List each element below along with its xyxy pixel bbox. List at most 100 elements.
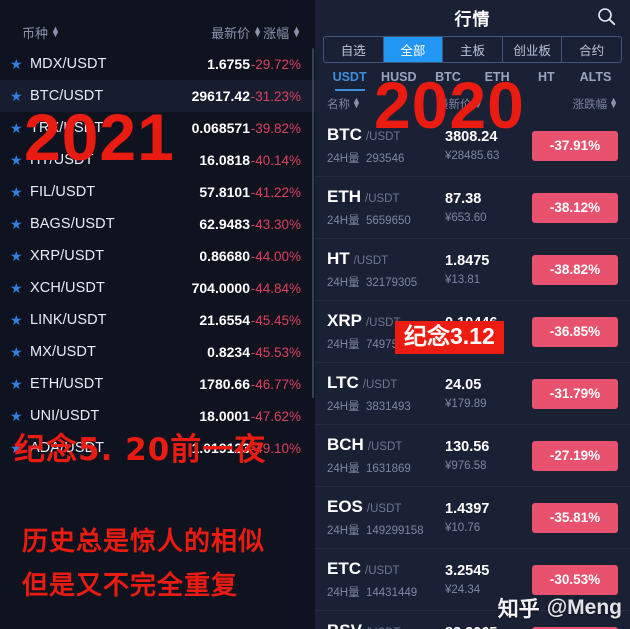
- table-row[interactable]: ★ XRP/USDT 0.86680 -44.00%: [0, 240, 315, 272]
- pair-symbol: ADA/USDT: [30, 440, 105, 456]
- right-header-change[interactable]: 涨跌幅 ▲ ▼: [538, 96, 618, 112]
- sort-arrows-icon: ▲ ▼: [253, 23, 262, 39]
- table-row[interactable]: ★ LINK/USDT 21.6554 -45.45%: [0, 304, 315, 336]
- table-row[interactable]: HT/USDT 24H量 32179305 1.8475 ¥13.81 -38.82%: [315, 239, 630, 301]
- pair-price-cny: ¥24.34: [445, 584, 481, 596]
- pair-info: ETC/USDT 24H量 14431449: [327, 559, 445, 600]
- pair-change: -45.53%: [250, 344, 301, 360]
- quote-tab-5[interactable]: ALTS: [571, 70, 620, 91]
- pair-quote: /USDT: [365, 193, 400, 205]
- volume-value: 1631869: [366, 463, 411, 475]
- category-tab-3[interactable]: 创业板: [503, 37, 563, 62]
- pair-price: 1.019123: [191, 440, 250, 456]
- search-icon[interactable]: [597, 7, 616, 26]
- favorite-star-icon[interactable]: ★: [10, 281, 30, 295]
- pair-symbol: LINK/USDT: [30, 312, 107, 328]
- category-tab-1[interactable]: 全部: [383, 37, 444, 62]
- table-row[interactable]: EOS/USDT 24H量 149299158 1.4397 ¥10.76 -35.81…: [315, 487, 630, 549]
- pair-symbol: HT/USDT: [327, 249, 445, 269]
- pair-info: EOS/USDT 24H量 149299158: [327, 497, 445, 538]
- quote-tab-1[interactable]: HUSD: [374, 70, 423, 91]
- category-tab-2[interactable]: 主板: [443, 37, 503, 62]
- pair-price-cny: ¥976.58: [445, 460, 487, 472]
- pair-quote: /USDT: [362, 379, 398, 391]
- favorite-star-icon[interactable]: ★: [10, 153, 30, 167]
- favorite-star-icon[interactable]: ★: [10, 185, 30, 199]
- table-row[interactable]: ★ UNI/USDT 18.0001 -47.62%: [0, 400, 315, 432]
- table-row[interactable]: ETC/USDT 24H量 14431449 3.2545 ¥24.34 -30.53%: [315, 549, 630, 611]
- table-row[interactable]: BCH/USDT 24H量 1631869 130.56 ¥976.58 -27.19%: [315, 425, 630, 487]
- category-tab-0[interactable]: 自选: [324, 37, 384, 62]
- pair-price: 24.05: [445, 377, 482, 393]
- volume-value: 149299158: [366, 525, 424, 537]
- pair-change: -31.23%: [250, 88, 301, 104]
- left-scrollbar[interactable]: [312, 48, 314, 398]
- table-row[interactable]: ★ ADA/USDT 1.019123 -49.10%: [0, 432, 315, 464]
- pair-symbol: LTC/USDT: [327, 373, 445, 393]
- favorite-star-icon[interactable]: ★: [10, 409, 30, 423]
- favorite-star-icon[interactable]: ★: [10, 377, 30, 391]
- status-badge: -31.79%: [532, 378, 618, 409]
- volume-label: 24H量: [327, 215, 360, 227]
- favorite-star-icon[interactable]: ★: [10, 57, 30, 71]
- quote-tab-2[interactable]: BTC: [423, 70, 472, 91]
- pair-change: -43.30%: [250, 216, 301, 232]
- table-row[interactable]: BTC/USDT 24H量 293546 3808.24 ¥28485.63 -37.9…: [315, 115, 630, 177]
- volume-value: 14431449: [366, 587, 418, 599]
- table-row[interactable]: ★ TRX/USDT 0.068571 -39.82%: [0, 112, 315, 144]
- left-header-price[interactable]: 最新价 ▲ ▼: [174, 23, 262, 42]
- pair-symbol: ETC/USDT: [327, 559, 445, 579]
- favorite-star-icon[interactable]: ★: [10, 313, 30, 327]
- table-row[interactable]: XRP/USDT 24H量 749754 0.10446 ¥1.45 -36.85%: [315, 301, 630, 363]
- pair-quote: /USDT: [353, 255, 389, 267]
- quote-tab-3[interactable]: ETH: [473, 70, 522, 91]
- pair-price: 18.0001: [199, 408, 250, 424]
- pair-prices: 87.38 ¥653.60: [445, 191, 532, 224]
- pair-prices: 3808.24 ¥28485.63: [445, 129, 532, 162]
- right-header-name[interactable]: 名称 ▲ ▼: [327, 96, 437, 112]
- table-row[interactable]: ★ MDX/USDT 1.6755 -29.72%: [0, 48, 315, 80]
- table-row[interactable]: ★ BTC/USDT 29617.42 -31.23%: [0, 80, 315, 112]
- favorite-star-icon[interactable]: ★: [10, 441, 30, 455]
- pair-change: -44.84%: [250, 280, 301, 296]
- pair-symbol: BAGS/USDT: [30, 216, 115, 232]
- table-row[interactable]: ★ XCH/USDT 704.0000 -44.84%: [0, 272, 315, 304]
- pair-quote: /USDT: [365, 565, 400, 577]
- pair-base: BTC: [327, 125, 362, 144]
- volume-label: 24H量: [327, 339, 360, 351]
- table-row[interactable]: ★ ETH/USDT 1780.66 -46.77%: [0, 368, 315, 400]
- pair-price: 57.8101: [199, 184, 250, 200]
- pair-symbol: BTC/USDT: [30, 88, 104, 104]
- pair-price: 1780.66: [199, 376, 250, 392]
- table-row[interactable]: ★ FIL/USDT 57.8101 -41.22%: [0, 176, 315, 208]
- table-row[interactable]: ★ BAGS/USDT 62.9483 -43.30%: [0, 208, 315, 240]
- right-header-last[interactable]: 最新价 ▲ ▼: [437, 96, 538, 112]
- category-tab-4[interactable]: 合约: [562, 37, 621, 62]
- table-row[interactable]: ★ MX/USDT 0.8234 -45.53%: [0, 336, 315, 368]
- favorite-star-icon[interactable]: ★: [10, 217, 30, 231]
- pair-change: -47.62%: [250, 408, 301, 424]
- pair-price: 130.56: [445, 439, 490, 455]
- table-row[interactable]: LTC/USDT 24H量 3831493 24.05 ¥179.89 -31.79%: [315, 363, 630, 425]
- volume-value: 749754: [366, 339, 405, 351]
- favorite-star-icon[interactable]: ★: [10, 89, 30, 103]
- pair-price: 87.38: [445, 191, 482, 207]
- pair-symbol: HT/USDT: [30, 152, 94, 168]
- table-row[interactable]: ★ HT/USDT 16.0818 -40.14%: [0, 144, 315, 176]
- pair-symbol: TRX/USDT: [30, 120, 104, 136]
- right-header-name-label: 名称: [327, 99, 350, 111]
- table-row[interactable]: BSV/USDT24H量 129589082.2065¥614.90-33.76…: [315, 611, 630, 629]
- table-row[interactable]: ETH/USDT 24H量 5659650 87.38 ¥653.60 -38.12%: [315, 177, 630, 239]
- favorite-star-icon[interactable]: ★: [10, 249, 30, 263]
- right-titlebar: 行情: [315, 0, 630, 34]
- left-header-change[interactable]: 涨幅 ▲ ▼: [262, 23, 305, 42]
- pair-prices: 0.10446 ¥1.45: [445, 315, 532, 348]
- favorite-star-icon[interactable]: ★: [10, 121, 30, 135]
- left-header-coin[interactable]: 币种 ▲ ▼: [10, 23, 174, 42]
- quote-tab-0[interactable]: USDT: [325, 70, 374, 91]
- quote-tab-4[interactable]: HT: [522, 70, 571, 91]
- pair-symbol: MDX/USDT: [30, 56, 107, 72]
- quote-currency-tabs: USDT HUSD BTC ETH HT ALTS: [315, 63, 630, 93]
- favorite-star-icon[interactable]: ★: [10, 345, 30, 359]
- pair-quote: /USDT: [367, 441, 403, 453]
